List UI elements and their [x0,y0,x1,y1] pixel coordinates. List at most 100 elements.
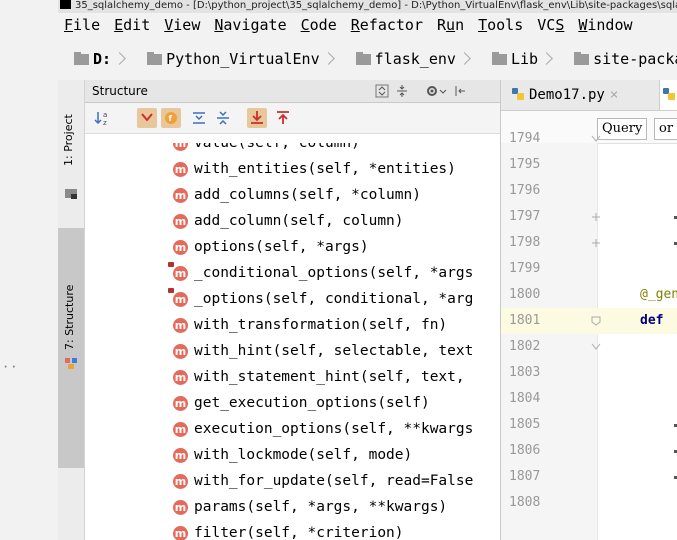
tab-query[interactable] [659,80,677,110]
member-signature: with_transformation(self, fn) [194,317,448,333]
menu-refactor[interactable]: Refactor [351,16,423,34]
structure-member-row[interactable]: m with_transformation(self, fn) [173,312,447,338]
show-fields-icon[interactable]: f [161,108,181,128]
structure-member-row[interactable]: m options(self, *args) [173,234,369,260]
breadcrumb-folder[interactable]: Lib [511,38,538,80]
structure-member-row[interactable]: m with_lockmode(self, mode) [173,442,412,468]
breadcrumb-drive[interactable]: D: [93,38,111,80]
project-tool-button[interactable]: 1: Project [58,80,84,220]
structure-tool-button[interactable]: 7: Structure [58,228,84,468]
sort-alpha-icon[interactable]: az [93,108,113,128]
folder-icon [491,52,507,65]
svg-text:f: f [169,114,173,123]
line-number: 1802 [509,339,541,354]
folder-icon [147,52,163,65]
tab-demo17[interactable]: Demo17.py × [511,80,618,110]
method-icon: m [173,318,188,333]
collapse-all-icon[interactable] [395,84,409,98]
structure-member-row[interactable]: m add_column(self, column) [173,208,404,234]
line-number-gutter: 1794 1795 1796 1797 1798 1799 1800 1801 1802 1803… [501,131,677,540]
project-folder-icon [65,189,77,199]
member-signature: filter(self, *criterion) [194,525,404,540]
menu-bar: File Edit View Navigate Code Refactor Run Tools… [58,13,677,38]
member-signature: with_hint(self, selectable, text [194,343,474,359]
line-number: 1799 [509,261,541,276]
structure-member-row[interactable]: m params(self, *args, **kwargs) [173,494,447,520]
show-inherited-icon[interactable] [137,108,157,128]
member-signature: execution_options(self, **kwargs [194,421,474,437]
structure-toolbar: az f [85,103,500,134]
line-number: 1806 [509,443,541,458]
structure-member-row[interactable]: m filter(self, *criterion) [173,520,404,540]
menu-tools[interactable]: Tools [478,16,523,34]
autoscroll-from-source-icon[interactable] [273,108,293,128]
method-icon: m [173,422,188,437]
menu-navigate[interactable]: Navigate [214,16,286,34]
expand-all-icon[interactable] [375,84,389,98]
hide-panel-icon[interactable] [453,84,467,98]
svg-text:z: z [103,119,107,127]
member-signature: options(self, *args) [194,239,369,255]
structure-member-row[interactable]: m value(self, column) [173,143,360,156]
method-icon: m [173,526,188,540]
line-number: 1797 [509,209,541,224]
method-icon: m [173,344,188,359]
structure-member-row[interactable]: m add_columns(self, *column) [173,182,421,208]
autoscroll-to-source-icon[interactable] [247,108,267,128]
method-icon: m [173,240,188,255]
line-number: 1794 [509,131,541,146]
folder-icon [355,52,371,65]
collapse-icon[interactable] [213,108,233,128]
member-signature: get_execution_options(self) [194,395,430,411]
method-icon: m [168,288,188,307]
close-icon[interactable]: × [610,87,618,103]
gear-icon[interactable] [425,84,447,98]
folder-icon [574,52,590,65]
line-number: 1808 [509,495,541,510]
menu-edit[interactable]: Edit [114,16,150,34]
def-keyword: def [640,313,664,328]
member-signature: value(self, column) [194,143,360,151]
menu-view[interactable]: View [164,16,200,34]
structure-member-row[interactable]: m _options(self, conditional, *arg [168,286,474,312]
structure-member-row[interactable]: m with_statement_hint(self, text, [173,364,465,390]
breadcrumb-folder[interactable]: flask_env [375,38,456,80]
breadcrumb-class-chip[interactable]: Query [597,118,648,140]
method-icon: m [173,474,188,489]
breadcrumb-method-chip[interactable]: or [654,118,677,140]
overflow-ellipsis: ·· [2,360,19,374]
expand-icon[interactable] [189,108,209,128]
structure-member-row[interactable]: m with_hint(self, selectable, text [173,338,473,364]
structure-member-row[interactable]: m with_entities(self, *entities) [173,156,456,182]
line-number: 1807 [509,469,541,484]
method-icon: m [173,448,188,463]
tab-label: Demo17.py [529,87,605,103]
code-view[interactable]: @_gendef [598,143,677,540]
menu-window[interactable]: Window [578,16,632,34]
svg-text:a: a [103,111,107,119]
window-title: 35_sqlalchemy_demo - [D:\python_project\… [75,0,677,11]
member-signature: _options(self, conditional, *arg [194,291,474,307]
method-icon: m [173,396,188,411]
structure-member-row[interactable]: m get_execution_options(self) [173,390,430,416]
desktop-background: ·· [0,0,58,540]
python-file-icon [663,88,675,100]
structure-member-row[interactable]: m _conditional_options(self, *args [168,260,473,286]
menu-run[interactable]: Run [437,16,464,34]
structure-member-row[interactable]: m execution_options(self, **kwargs [173,416,473,442]
line-number: 1796 [509,183,541,198]
menu-file[interactable]: File [64,16,100,34]
folder-icon [74,52,89,65]
menu-code[interactable]: Code [301,16,337,34]
structure-panel: Structure az f m value(self, column) m with… [85,80,501,540]
structure-tool-label: 7: Structure [63,284,76,350]
breadcrumb-folder[interactable]: Python_VirtualEnv [166,38,320,80]
structure-panel-header: Structure [85,80,500,103]
decorator-text: @_gen [640,287,677,302]
breadcrumb-folder[interactable]: site-packag [593,38,677,80]
method-icon: m [173,214,188,229]
structure-member-row[interactable]: m with_for_update(self, read=False [173,468,473,494]
menu-vcs[interactable]: VCS [537,16,564,34]
member-signature: add_columns(self, *column) [194,187,421,203]
method-icon: m [173,500,188,515]
